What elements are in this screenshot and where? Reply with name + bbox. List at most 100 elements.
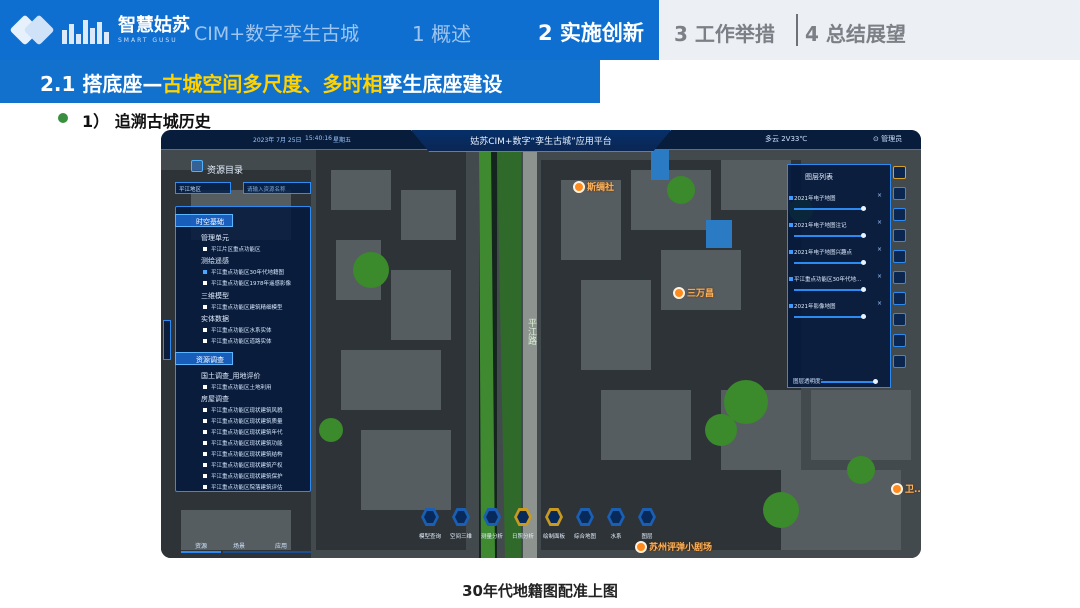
nav-item-outlook[interactable]: 4 总结展望 — [805, 18, 906, 47]
logo-text: 智慧姑苏 — [118, 15, 190, 36]
map-poi[interactable]: 苏州评弹小剧场 — [635, 540, 712, 553]
tree-leaf[interactable]: 平江重点功能区现状建筑风貌 — [203, 406, 283, 414]
home-icon[interactable] — [893, 166, 906, 179]
search-icon[interactable] — [893, 187, 906, 200]
layer-opacity-slider[interactable] — [794, 235, 866, 237]
poi-marker-icon — [573, 180, 585, 193]
poi-marker-icon — [891, 482, 903, 495]
layer-opacity-slider[interactable] — [794, 208, 866, 210]
nav-item-overview[interactable]: 1 概述 — [412, 18, 471, 47]
header-time: 15:40:16 — [305, 135, 332, 142]
tree-leaf[interactable]: 平江重点功能区现状建筑质量 — [203, 417, 283, 425]
header-admin[interactable]: ⊙ 管理员 — [873, 134, 902, 144]
layer-item-cadastral[interactable]: 平江重点功能区30年代地... — [794, 275, 878, 283]
tree-node-entity-data[interactable]: 实体数据 — [201, 314, 229, 324]
slider-knob[interactable] — [861, 233, 866, 238]
tree-node-housing-survey[interactable]: 房屋调查 — [201, 394, 229, 404]
tree-leaf-cadastral-map[interactable]: 平江重点功能区30年代地籍图 — [203, 268, 284, 276]
layer-checkbox[interactable] — [789, 196, 793, 200]
tree-node-3d-model[interactable]: 三维模型 — [201, 291, 229, 301]
layer-checkbox[interactable] — [789, 250, 793, 254]
tree-leaf[interactable]: 平江重点功能区现状建筑产权 — [203, 461, 283, 469]
tree-group-spatiotemporal[interactable]: 时空基础 — [175, 214, 233, 227]
active-tab-indicator — [181, 551, 221, 553]
compass-icon[interactable] — [893, 271, 906, 284]
tree-leaf[interactable]: 平江重点功能区水系实体 — [203, 326, 272, 334]
nav-divider — [796, 14, 798, 46]
close-icon[interactable]: × — [877, 273, 882, 280]
layer-list-title: 图层列表 — [805, 173, 833, 181]
layers-icon[interactable] — [893, 208, 906, 221]
layer-checkbox[interactable] — [789, 223, 793, 227]
slider-knob[interactable] — [861, 260, 866, 265]
layer-item-poi[interactable]: 2021年电子地图兴趣点 — [794, 248, 878, 256]
nav-item-measures[interactable]: 3 工作举措 — [674, 18, 775, 47]
fullscreen-icon[interactable] — [893, 292, 906, 305]
tree-leaf[interactable]: 平江重点功能区现状建筑结构 — [203, 450, 283, 458]
poi-label: 三万昌 — [687, 289, 715, 299]
tree-leaf[interactable]: 平江重点功能区现状建筑功能 — [203, 439, 283, 447]
settings-icon[interactable] — [893, 355, 906, 368]
header-weekday: 星期五 — [333, 137, 352, 144]
global-opacity-slider[interactable] — [821, 381, 877, 383]
project-title: CIM+数字孪生古城 — [194, 23, 360, 45]
locate-icon[interactable] — [893, 250, 906, 263]
poi-label: 斯绸社 — [587, 183, 615, 193]
header-weather: 多云 2V33℃ — [765, 135, 808, 143]
tree-leaf[interactable]: 平江重点功能区1978年遥感影像 — [203, 279, 291, 287]
tree-group-resource-survey[interactable]: 资源调查 — [175, 352, 233, 365]
tree-leaf[interactable]: 平江片区重点功能区 — [203, 245, 261, 253]
logo: 智慧姑苏 SMART GUSU — [9, 10, 190, 50]
tree-node-land-survey[interactable]: 国土调查_用地评价 — [201, 371, 261, 381]
screen-icon[interactable] — [893, 334, 906, 347]
slider-knob[interactable] — [873, 379, 878, 384]
slider-knob[interactable] — [861, 314, 866, 319]
resource-search-input[interactable]: 请输入资源名称 — [243, 182, 311, 194]
app-title: 姑苏CIM+数字“孪生古城”应用平台 — [470, 137, 612, 147]
layer-opacity-slider[interactable] — [794, 316, 866, 318]
close-icon[interactable]: × — [877, 246, 882, 253]
layer-checkbox[interactable] — [789, 277, 793, 281]
layer-item-e-map[interactable]: 2021年电子地图 — [794, 194, 878, 202]
tab-resources[interactable]: 资源 — [195, 541, 207, 550]
close-icon[interactable]: × — [877, 219, 882, 226]
section-title-highlight: 古城空间多尺度、多时相 — [162, 72, 383, 96]
left-collapse-handle[interactable] — [163, 320, 171, 360]
app-screenshot: 姑苏CIM+数字“孪生古城”应用平台 2023年 7月 25日 15:40:16… — [161, 130, 921, 558]
resource-directory-title: 资源目录 — [207, 166, 244, 176]
map-poi[interactable]: 三万昌 — [673, 286, 714, 299]
nav-item-implementation[interactable]: 2 实施创新 — [538, 17, 644, 47]
tree-leaf[interactable]: 平江重点功能区土地利用 — [203, 383, 272, 391]
tab-scenes[interactable]: 场景 — [233, 541, 245, 550]
tab-applications[interactable]: 应用 — [275, 541, 287, 550]
close-icon[interactable]: × — [877, 300, 882, 307]
tree-leaf[interactable]: 平江重点功能区院落建筑评估 — [203, 483, 283, 491]
tree-leaf[interactable]: 平江重点功能区道路实体 — [203, 337, 272, 345]
tab-track — [223, 551, 311, 553]
layer-item-imagery[interactable]: 2021年影像地图 — [794, 302, 878, 310]
tree-node-surveying[interactable]: 测绘遥感 — [201, 256, 229, 266]
tree-leaf[interactable]: 平江重点功能区现状建筑年代 — [203, 428, 283, 436]
layer-opacity-slider[interactable] — [794, 262, 866, 264]
navigate-icon[interactable] — [893, 313, 906, 326]
close-icon[interactable]: × — [877, 192, 882, 199]
map-poi[interactable]: 斯绸社 — [573, 180, 614, 193]
tree-leaf[interactable]: 平江重点功能区现状建筑保护 — [203, 472, 283, 480]
section-title-suffix: 孪生底座建设 — [382, 72, 503, 96]
layer-checkbox[interactable] — [789, 304, 793, 308]
tree-leaf[interactable]: 平江重点功能区建筑精细模型 — [203, 303, 283, 311]
slider-knob[interactable] — [861, 287, 866, 292]
poi-marker-icon — [635, 540, 647, 553]
district-select[interactable]: 平江地区 — [175, 182, 231, 194]
subtitle: 1） 追溯古城历史 — [82, 112, 211, 131]
toolbar-label[interactable]: 图层 — [629, 532, 665, 540]
slider-knob[interactable] — [861, 206, 866, 211]
layer-opacity-slider[interactable] — [794, 289, 866, 291]
figure-caption: 30年代地籍图配准上图 — [462, 582, 618, 600]
tree-node-management-unit[interactable]: 管理单元 — [201, 233, 229, 243]
road-label: 平江路 — [526, 318, 536, 345]
layer-item-e-map-notes[interactable]: 2021年电子地图注记 — [794, 221, 878, 229]
logo-diamond-icon — [9, 10, 55, 50]
measure-icon[interactable] — [893, 229, 906, 242]
map-poi[interactable]: 卫... — [891, 482, 921, 495]
